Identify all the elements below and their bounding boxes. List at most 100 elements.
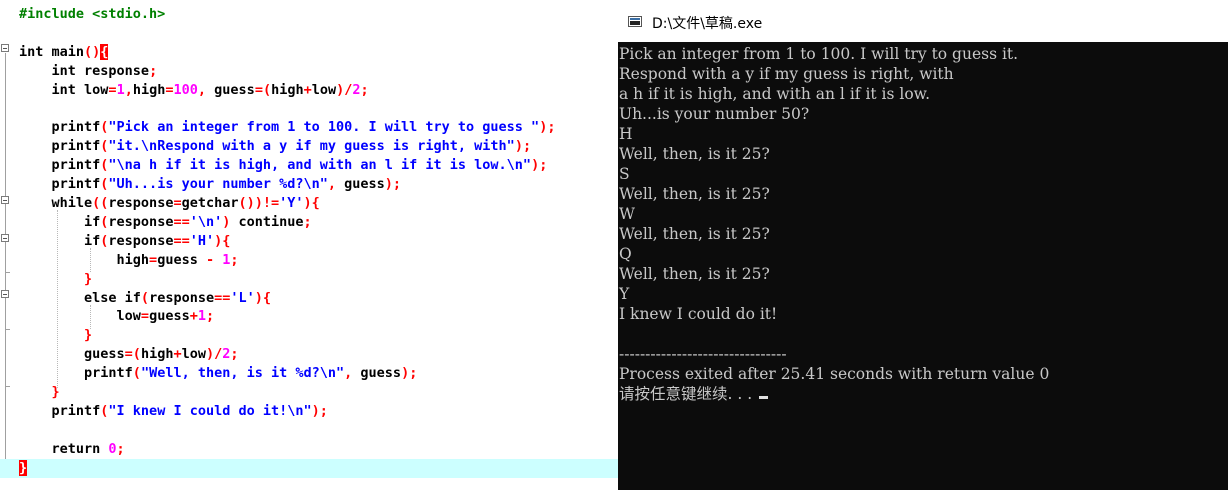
code-line-text: int response;	[19, 63, 158, 80]
code-line[interactable]: if(response=='\n') continue;	[0, 213, 618, 232]
code-line[interactable]: }	[0, 458, 618, 478]
code-token: ((	[92, 195, 109, 211]
code-token: 100	[173, 81, 198, 98]
code-token: ==	[173, 213, 190, 230]
console-line: Respond with a y if my guess is right, w…	[619, 65, 954, 83]
code-token: high	[271, 81, 304, 98]
code-token: }	[19, 384, 60, 400]
code-token: 1	[116, 81, 125, 98]
code-line[interactable]	[0, 24, 618, 43]
code-token: printf	[19, 176, 101, 193]
code-token: low	[75, 81, 109, 98]
code-line[interactable]: }	[0, 326, 618, 345]
code-line[interactable]: while((response=getchar())!='Y'){	[0, 194, 618, 213]
code-line[interactable]: }	[0, 383, 618, 402]
code-line[interactable]: low=guess+1;	[0, 307, 618, 326]
code-token: );	[514, 138, 532, 155]
code-line-text: low=guess+1;	[19, 308, 215, 325]
code-line-text: if(response=='\n') continue;	[19, 214, 312, 231]
indent-guide-else-if	[90, 305, 91, 329]
code-line[interactable]	[0, 100, 618, 119]
code-line-text: }	[19, 459, 28, 477]
code-line[interactable]: int low=1,high=100, guess=(high+low)/2;	[0, 81, 618, 100]
code-token: +	[189, 308, 198, 325]
code-token: );	[401, 365, 418, 382]
code-token: );	[311, 402, 328, 419]
code-line-text: int low=1,high=100, guess=(high+low)/2;	[19, 82, 369, 99]
console-line: a h if it is high, and with an l if it i…	[619, 85, 931, 103]
code-line-text: printf("Pick an integer from 1 to 100. I…	[19, 119, 556, 136]
code-line-text: while((response=getchar())!='Y'){	[19, 195, 320, 212]
code-line[interactable]: if(response=='H'){	[0, 232, 618, 251]
code-token: "\na h if it is high, and with an l if i…	[108, 157, 532, 174]
console-app-icon	[628, 16, 642, 27]
code-token: int	[19, 81, 76, 98]
console-line: Pick an integer from 1 to 100. I will tr…	[619, 45, 1019, 63]
code-editor[interactable]: #include <stdio.h> int main(){ int respon…	[0, 0, 618, 490]
code-line-text: high=guess - 1;	[19, 252, 239, 269]
code-line[interactable]: printf("Uh...is your number %d?\n", gues…	[0, 175, 618, 194]
code-line[interactable]: printf("Pick an integer from 1 to 100. I…	[0, 118, 618, 137]
code-token: guess	[336, 176, 385, 193]
matched-brace: }	[19, 459, 28, 476]
console-line: Well, then, is it 25?	[619, 185, 770, 203]
code-token: ;	[230, 251, 239, 268]
code-token: }	[19, 327, 93, 344]
code-token: main	[43, 43, 85, 60]
console-line: Well, then, is it 25?	[619, 225, 770, 243]
code-token: ,	[124, 81, 133, 98]
code-token: printf	[19, 365, 133, 382]
code-token: high	[19, 251, 150, 268]
console-line: Process exited after 25.41 seconds with …	[619, 365, 1050, 383]
code-line-text: printf("Uh...is your number %d?\n", gues…	[19, 176, 402, 193]
console-window-title: D:\文件\草稿.exe	[652, 16, 763, 32]
console-output[interactable]: Pick an integer from 1 to 100. I will tr…	[618, 43, 1228, 490]
code-line-text: printf("Well, then, is it %d?\n", guess)…	[19, 365, 417, 382]
code-token: printf	[19, 138, 101, 155]
code-line[interactable]: #include <stdio.h>	[0, 5, 618, 24]
code-token: ;	[360, 81, 369, 98]
console-titlebar[interactable]: D:\文件\草稿.exe	[618, 0, 1228, 42]
code-token: #include <stdio.h>	[19, 6, 166, 22]
code-token: ,	[197, 81, 207, 98]
code-token: else if	[19, 289, 141, 306]
console-line: I knew I could do it!	[619, 305, 778, 323]
code-line[interactable]: return 0;	[0, 440, 618, 459]
code-token: "Well, then, is it %d?\n"	[140, 365, 345, 382]
console-line: W	[619, 205, 635, 223]
text-cursor	[759, 396, 769, 399]
code-token: ())!=	[238, 195, 280, 211]
code-line[interactable]: int response;	[0, 62, 618, 81]
code-token: response	[149, 289, 215, 306]
console-line: Well, then, is it 25?	[619, 145, 770, 163]
code-token: ;	[116, 440, 125, 457]
code-token: ,	[327, 176, 337, 193]
code-token: guess	[149, 308, 190, 325]
code-line[interactable]: high=guess - 1;	[0, 251, 618, 270]
code-line[interactable]	[0, 421, 618, 440]
code-line-text: return 0;	[19, 441, 125, 458]
code-token: ;	[303, 213, 312, 230]
code-line[interactable]: printf("it.\nRespond with a y if my gues…	[0, 137, 618, 156]
console-line: S	[619, 165, 630, 183]
code-token: (	[132, 365, 141, 382]
code-line[interactable]: guess=(high+low)/2;	[0, 345, 618, 364]
code-line[interactable]: int main(){	[0, 43, 618, 62]
code-token: ==	[214, 289, 231, 306]
code-token: )/	[205, 346, 223, 363]
console-window[interactable]: D:\文件\草稿.exe Pick an integer from 1 to 1…	[618, 0, 1228, 490]
code-token: 1	[214, 251, 231, 268]
code-token: "it.\nRespond with a y if my guess is ri…	[108, 138, 515, 155]
console-line: Y	[619, 285, 630, 303]
code-token: int	[19, 43, 44, 60]
code-token: ==	[173, 232, 190, 249]
code-line[interactable]: printf("I knew I could do it!\n");	[0, 402, 618, 421]
code-token: response	[108, 213, 174, 230]
code-token: =	[140, 308, 150, 325]
code-line[interactable]: printf("Well, then, is it %d?\n", guess)…	[0, 364, 618, 383]
code-token: =	[149, 251, 158, 268]
code-token: "I knew I could do it!\n"	[108, 402, 312, 419]
code-line[interactable]: else if(response=='L'){	[0, 289, 618, 308]
code-line[interactable]: }	[0, 270, 618, 289]
code-line[interactable]: printf("\na h if it is high, and with an…	[0, 156, 618, 175]
